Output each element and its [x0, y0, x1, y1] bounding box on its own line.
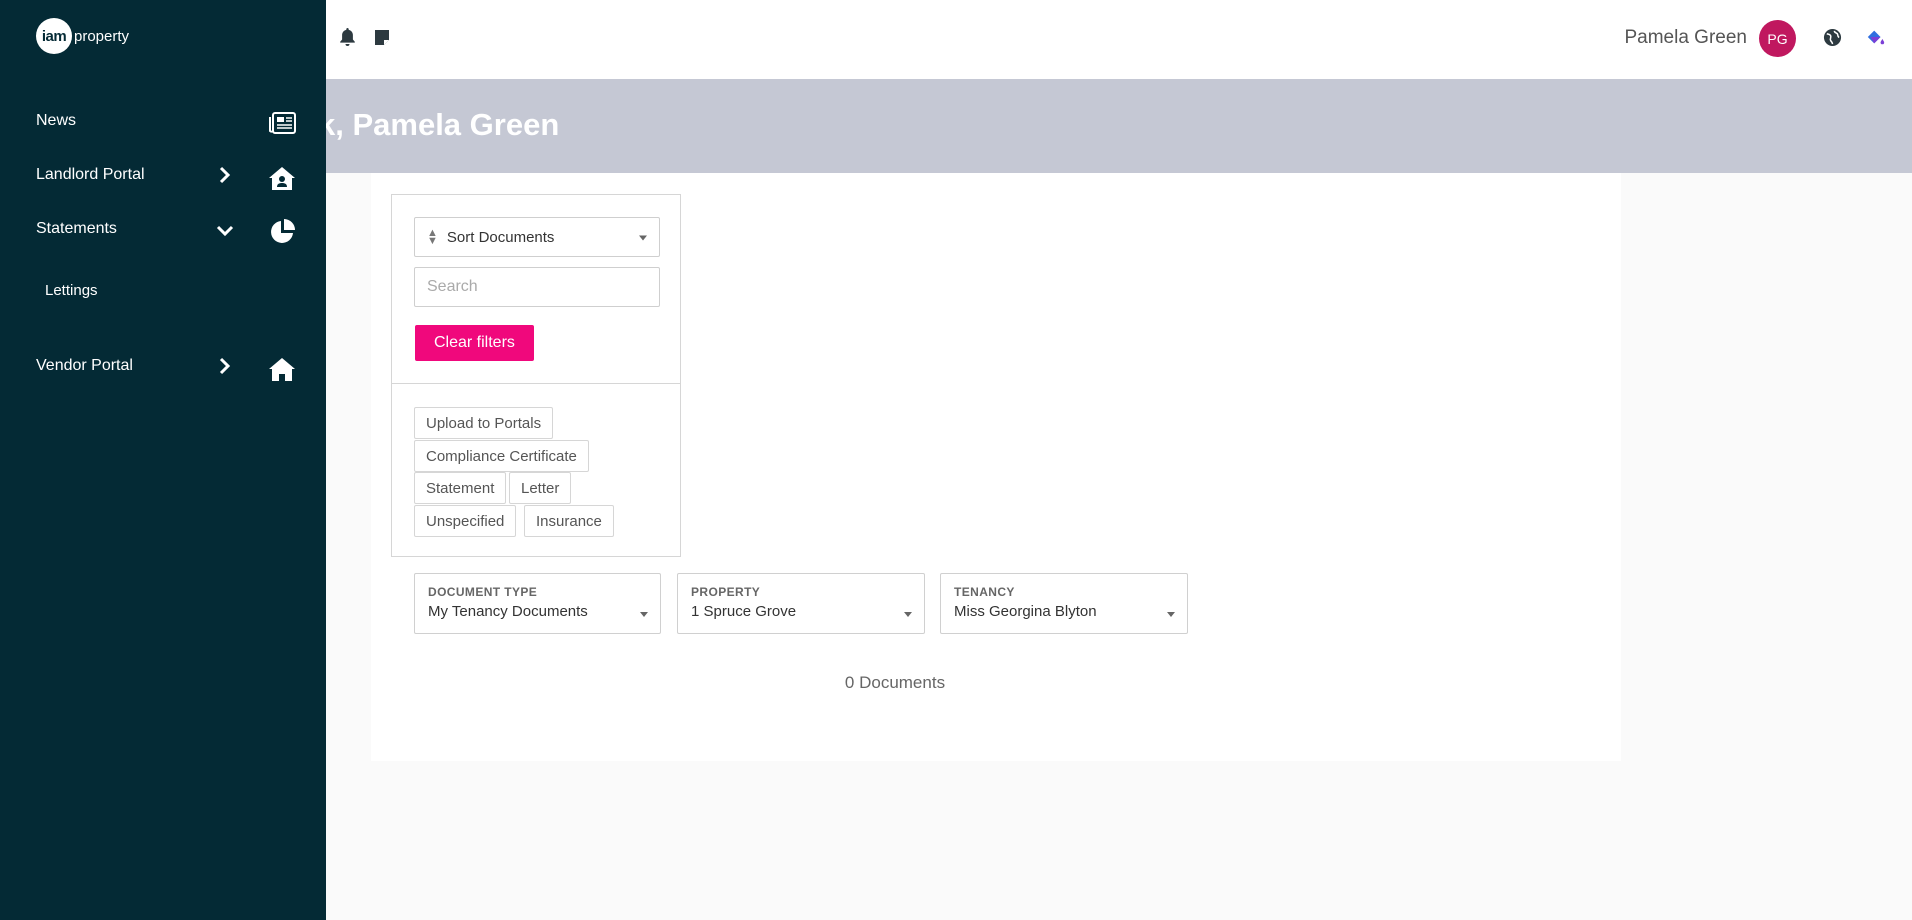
chevron-right-icon[interactable]: [216, 166, 234, 184]
sort-label: Sort Documents: [446, 228, 555, 246]
user-name[interactable]: Pamela Green: [1624, 27, 1747, 49]
sidebar-subitem-lettings[interactable]: Lettings: [45, 282, 98, 299]
logo-mark: iam: [36, 18, 72, 54]
banner-title: k, Pamela Green: [318, 107, 560, 142]
clear-filters-button[interactable]: Clear filters: [415, 325, 534, 361]
tenancy-label: TENANCY: [954, 585, 1015, 599]
tenancy-value: Miss Georgina Blyton: [954, 603, 1097, 620]
tag-insurance[interactable]: Insurance: [524, 505, 614, 537]
sticky-note-icon[interactable]: [372, 26, 392, 48]
property-value: 1 Spruce Grove: [691, 603, 797, 620]
caret-down-icon: [904, 612, 912, 617]
sidebar-item-news[interactable]: News: [36, 112, 76, 130]
newspaper-icon[interactable]: [268, 109, 296, 137]
property-select[interactable]: PROPERTY 1 Spruce Grove: [677, 573, 925, 634]
tag-unspecified[interactable]: Unspecified: [414, 505, 517, 537]
search-input[interactable]: [414, 267, 660, 307]
chevron-down-icon[interactable]: [216, 222, 234, 240]
property-label: PROPERTY: [691, 585, 761, 599]
filter-box: ▲▼ Sort Documents Clear filters Upload t…: [391, 194, 681, 557]
tag-statement[interactable]: Statement: [414, 472, 507, 504]
page: Pamela Green PG k, Pamela Green ▲ ▼ Sort …: [0, 0, 1912, 920]
document-type-select[interactable]: DOCUMENT TYPE My Tenancy Documents: [414, 573, 661, 634]
home-icon[interactable]: [268, 355, 296, 383]
sidebar-item-vendor-portal[interactable]: Vendor Portal: [36, 357, 133, 375]
sidebar-item-statements[interactable]: Statements: [36, 220, 117, 238]
caret-down-icon: [639, 235, 647, 241]
document-type-value: My Tenancy Documents: [428, 603, 588, 620]
chevron-right-icon[interactable]: [216, 357, 234, 375]
documents-count: 0 Documents: [844, 673, 946, 692]
document-type-label: DOCUMENT TYPE: [428, 585, 538, 599]
tenancy-select[interactable]: TENANCY Miss Georgina Blyton: [940, 573, 1188, 634]
sidebar-item-landlord-portal[interactable]: Landlord Portal: [36, 166, 145, 184]
house-user-icon[interactable]: [268, 164, 296, 192]
avatar[interactable]: PG: [1759, 20, 1796, 57]
globe-icon[interactable]: [1822, 26, 1842, 48]
caret-down-icon: [1167, 612, 1175, 617]
caret-down-icon: [640, 612, 648, 617]
bell-icon[interactable]: [337, 26, 357, 48]
tag-upload-to-portals[interactable]: Upload to Portals: [414, 407, 554, 439]
pie-chart-icon[interactable]: [268, 217, 296, 245]
sidebar: iam property News Landlord Portal Statem…: [0, 0, 326, 920]
sort-documents-select[interactable]: ▲ ▼ Sort Documents: [414, 217, 660, 257]
logo-text: property: [74, 27, 130, 45]
tag-compliance-certificate[interactable]: Compliance Certificate: [414, 440, 589, 472]
paint-bucket-icon[interactable]: [1866, 26, 1886, 48]
sort-icon: ▲ ▼: [427, 227, 438, 247]
logo[interactable]: iam property: [36, 18, 129, 54]
tag-letter[interactable]: Letter: [509, 472, 572, 504]
divider: [392, 383, 680, 384]
